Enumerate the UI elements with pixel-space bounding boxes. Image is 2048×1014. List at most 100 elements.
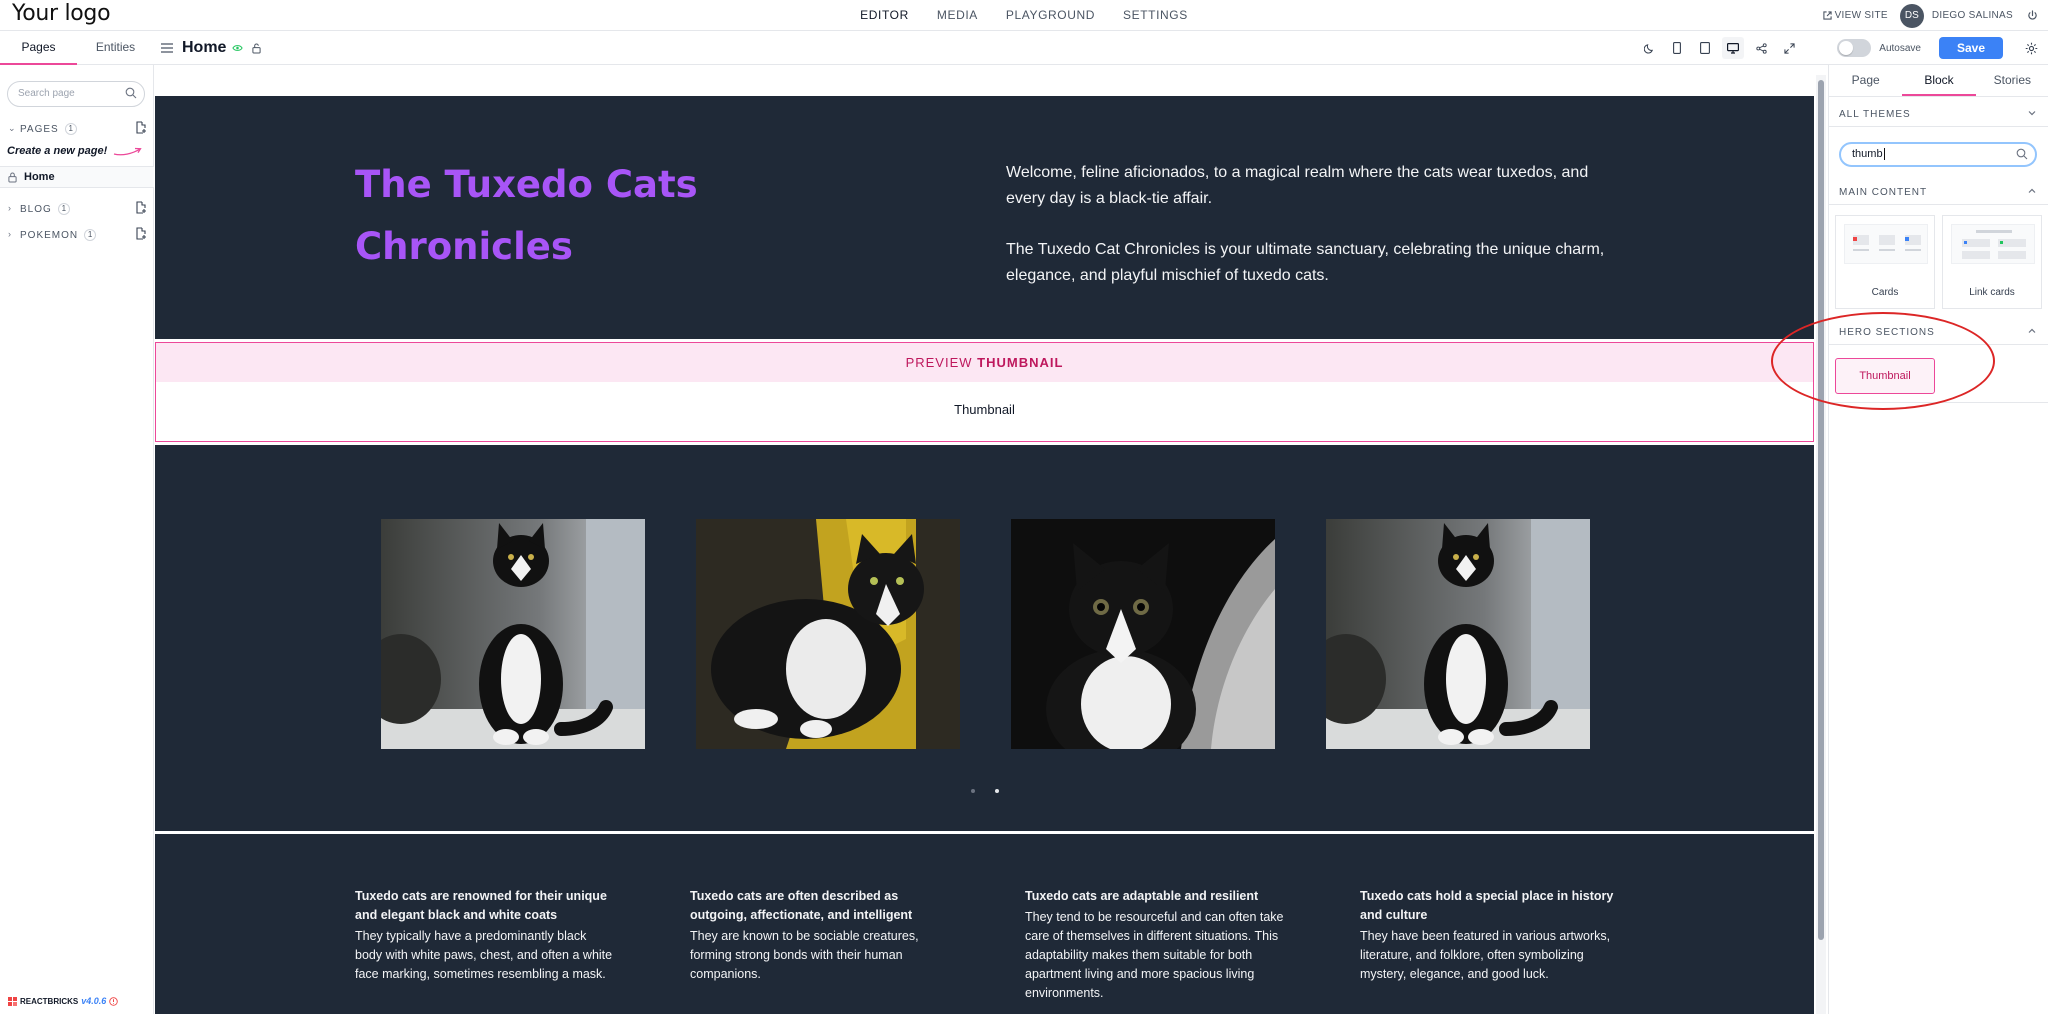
unlock-icon[interactable] — [252, 43, 262, 54]
autosave-label: Autosave — [1879, 42, 1921, 54]
menu-icon[interactable] — [161, 43, 173, 53]
hero-title[interactable]: The Tuxedo Cats Chronicles — [355, 154, 795, 278]
avatar[interactable]: DS — [1899, 3, 1924, 28]
mobile-view-icon[interactable] — [1666, 37, 1688, 59]
section-blog[interactable]: › BLOG 1 — [0, 200, 154, 218]
feature-title[interactable]: Tuxedo cats are renowned for their uniqu… — [355, 887, 615, 925]
carousel-dots — [155, 789, 1814, 793]
themes-label: ALL THEMES — [1839, 109, 1911, 120]
block-thumbnail — [1951, 224, 2035, 264]
preview-content: Thumbnail — [954, 402, 1015, 417]
logo[interactable]: Your logo — [12, 1, 111, 26]
chevron-right-icon: › — [8, 203, 12, 213]
user-name: DIEGO SALINAS — [1931, 10, 2013, 21]
tab-entities[interactable]: Entities — [77, 31, 154, 65]
feature-description[interactable]: They are known to be sociable creatures,… — [690, 927, 950, 984]
feature-title[interactable]: Tuxedo cats are often described as outgo… — [690, 887, 950, 925]
tablet-view-icon[interactable] — [1694, 37, 1716, 59]
info-icon[interactable] — [109, 996, 118, 1006]
hero-paragraph-2[interactable]: The Tuxedo Cat Chronicles is your ultima… — [1006, 237, 1626, 289]
cat-photo-1[interactable] — [381, 519, 645, 749]
hero-block[interactable]: The Tuxedo Cats Chronicles Welcome, feli… — [155, 96, 1814, 339]
brand-name: REACTBRICKS — [20, 996, 79, 1006]
feature-item: Tuxedo cats are renowned for their uniqu… — [355, 887, 615, 984]
feature-description[interactable]: They tend to be resourceful and can ofte… — [1025, 908, 1285, 1003]
dark-mode-icon[interactable] — [1638, 37, 1660, 59]
carousel-dot[interactable] — [970, 789, 975, 793]
feature-item: Tuxedo cats hold a special place in hist… — [1360, 887, 1620, 984]
themes-filter[interactable]: ALL THEMES — [1829, 103, 2048, 127]
preview-block-name: THUMBNAIL — [977, 355, 1064, 370]
tab-page[interactable]: Page — [1829, 65, 1902, 96]
section-pages[interactable]: ⌄ PAGES 1 — [0, 120, 154, 138]
add-page-icon[interactable] — [135, 121, 147, 134]
nav-media[interactable]: MEDIA — [923, 0, 992, 31]
page-header: Home — [161, 31, 262, 65]
autosave-toggle[interactable] — [1837, 39, 1872, 57]
left-tabs: Pages Entities — [0, 31, 154, 65]
gear-icon[interactable] — [2025, 42, 2038, 55]
image-gallery-block[interactable] — [155, 445, 1814, 831]
power-icon[interactable] — [2027, 10, 2038, 21]
canvas-scrollbar[interactable] — [1816, 75, 1826, 1014]
hero-paragraph-1[interactable]: Welcome, feline aficionados, to a magica… — [1006, 160, 1626, 212]
device-bar — [1638, 31, 1800, 65]
chevron-up-icon — [2028, 188, 2036, 193]
brand-footer: REACTBRICKS v4.0.6 — [8, 996, 118, 1006]
share-icon[interactable] — [1750, 37, 1772, 59]
search-page-input[interactable]: Search page — [7, 81, 145, 107]
reactbricks-logo-icon — [8, 996, 17, 1006]
thumbnail-preview-block[interactable]: PREVIEW THUMBNAIL Thumbnail — [155, 342, 1814, 442]
create-hint-text: Create a new page! — [7, 145, 108, 157]
save-group: Autosave Save — [1837, 31, 2038, 65]
count-badge: 1 — [57, 203, 70, 215]
hero-description: Welcome, feline aficionados, to a magica… — [1006, 160, 1626, 289]
count-badge: 1 — [84, 229, 97, 241]
feature-title[interactable]: Tuxedo cats are adaptable and resilient — [1025, 887, 1285, 906]
right-panel: Page Block Stories ALL THEMES thumb MAIN… — [1828, 65, 2048, 1014]
top-bar: Your logo EDITOR MEDIA PLAYGROUND SETTIN… — [0, 0, 2048, 31]
feature-description[interactable]: They have been featured in various artwo… — [1360, 927, 1620, 984]
main-content-section[interactable]: MAIN CONTENT — [1829, 181, 2048, 205]
feature-description[interactable]: They typically have a predominantly blac… — [355, 927, 615, 984]
add-page-icon[interactable] — [135, 227, 147, 240]
tab-stories[interactable]: Stories — [1976, 65, 2048, 96]
lock-icon — [8, 172, 17, 182]
cat-photo-3[interactable] — [1011, 519, 1275, 749]
nav-editor[interactable]: EDITOR — [846, 0, 923, 31]
chevron-right-icon: › — [8, 229, 12, 239]
annotation-circle — [1771, 312, 1995, 410]
block-thumbnail — [1844, 224, 1928, 264]
tab-pages[interactable]: Pages — [0, 31, 77, 65]
carousel-dot-active[interactable] — [994, 789, 999, 793]
view-site-link[interactable]: VIEW SITE — [1822, 10, 1888, 21]
user-area: VIEW SITE DS DIEGO SALINAS — [1822, 0, 2038, 31]
version-label: v4.0.6 — [81, 996, 107, 1006]
preview-prefix: PREVIEW — [905, 355, 973, 370]
main-content-label: MAIN CONTENT — [1839, 187, 1928, 198]
cat-photo-2[interactable] — [696, 519, 960, 749]
desktop-view-icon[interactable] — [1722, 37, 1744, 59]
section-pokemon[interactable]: › POKEMON 1 — [0, 226, 154, 244]
tab-block[interactable]: Block — [1902, 65, 1976, 96]
features-block[interactable]: Tuxedo cats are renowned for their uniqu… — [155, 834, 1814, 1014]
feature-title[interactable]: Tuxedo cats hold a special place in hist… — [1360, 887, 1620, 925]
block-card-label: Cards — [1871, 287, 1899, 298]
block-search-value: thumb — [1852, 148, 1883, 160]
nav-settings[interactable]: SETTINGS — [1109, 0, 1202, 31]
fullscreen-icon[interactable] — [1778, 37, 1800, 59]
nav-playground[interactable]: PLAYGROUND — [992, 0, 1109, 31]
block-search-input[interactable]: thumb — [1839, 142, 2037, 167]
sidebar-item-home[interactable]: Home — [0, 166, 154, 188]
arrow-icon — [114, 147, 142, 156]
scrollbar-thumb[interactable] — [1818, 80, 1824, 940]
block-card-cards[interactable]: Cards — [1835, 215, 1935, 309]
cat-photo-4[interactable] — [1326, 519, 1590, 749]
save-button[interactable]: Save — [1939, 37, 2003, 59]
add-page-icon[interactable] — [135, 201, 147, 214]
preview-header: PREVIEW THUMBNAIL — [156, 343, 1813, 382]
block-card-link-cards[interactable]: Link cards — [1942, 215, 2042, 309]
main-nav: EDITOR MEDIA PLAYGROUND SETTINGS — [0, 0, 2048, 31]
search-icon — [125, 87, 137, 99]
count-badge: 1 — [64, 123, 77, 135]
